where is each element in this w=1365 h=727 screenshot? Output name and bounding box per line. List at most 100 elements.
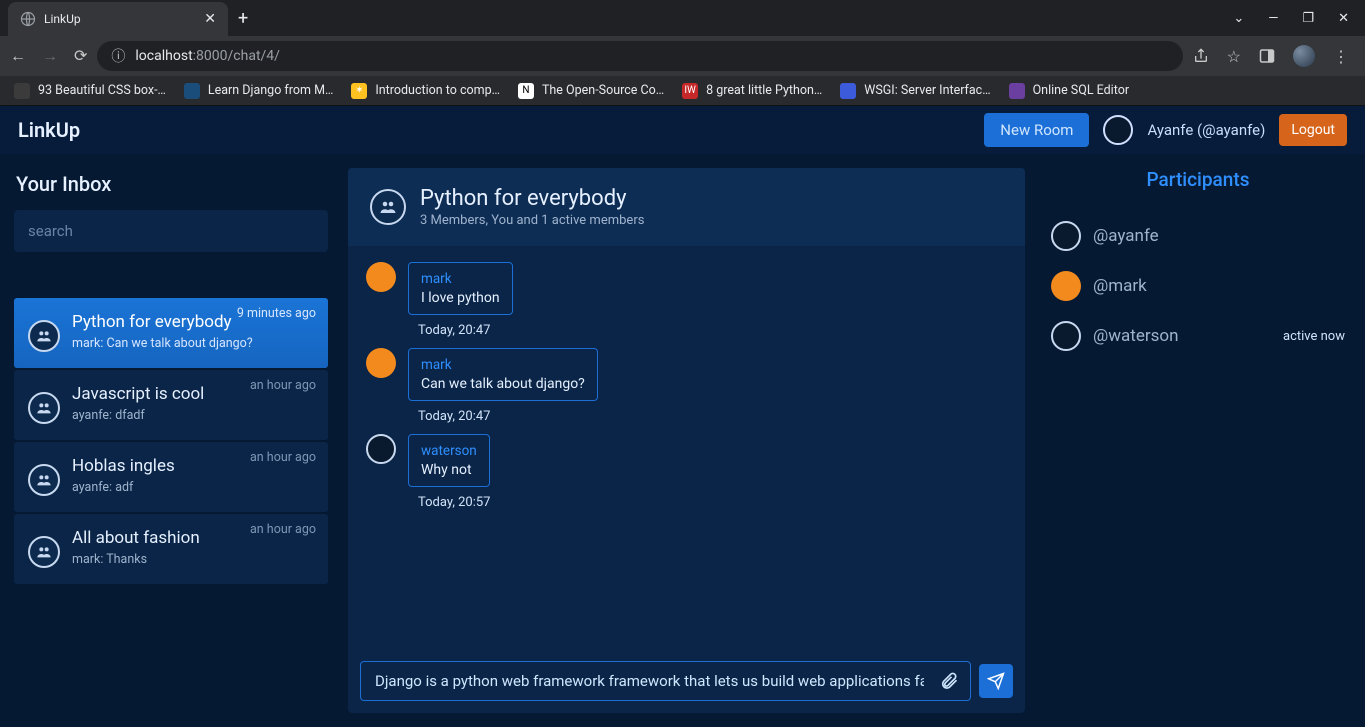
message-list[interactable]: mark I love python Today, 20:47 mark Can we … — [348, 246, 1025, 649]
url-host: localhost — [135, 48, 192, 64]
message-avatar[interactable] — [366, 348, 396, 378]
room-item[interactable]: Javascript is coolayanfe: dfadfan hour a… — [14, 370, 328, 440]
bookmark-item[interactable]: IW8 great little Python… — [682, 83, 822, 99]
message-avatar[interactable] — [366, 262, 396, 292]
participants-panel: Participants @ayanfe @mark @watersonactive… — [1045, 168, 1351, 713]
message: mark I love python — [366, 262, 1007, 315]
bookmark-label: 93 Beautiful CSS box-… — [38, 83, 166, 98]
message-author[interactable]: mark — [421, 271, 500, 287]
group-icon — [28, 392, 60, 424]
room-list: Python for everybodymark: Can we talk ab… — [14, 298, 328, 584]
side-panel-icon[interactable] — [1259, 48, 1275, 64]
participant-handle: @waterson — [1093, 326, 1271, 346]
content: Your Inbox Python for everybodymark: Can… — [0, 154, 1365, 727]
site-info-icon[interactable]: ⓘ — [111, 46, 125, 66]
group-icon — [28, 536, 60, 568]
bookmark-item[interactable]: N The Open-Source Co… — [518, 83, 664, 99]
chat-title: Python for everybody — [420, 186, 644, 211]
participant-row[interactable]: @mark — [1045, 261, 1351, 311]
maximize-button[interactable]: ❐ — [1302, 11, 1314, 26]
bookmark-label: The Open-Source Co… — [542, 83, 664, 98]
chat-subtitle: 3 Members, You and 1 active members — [420, 213, 644, 228]
address-bar: ← → ⟳ ⓘ localhost:8000/chat/4/ ☆ ⋮ — [0, 36, 1365, 76]
send-button[interactable] — [979, 664, 1013, 698]
attach-icon[interactable] — [939, 671, 959, 691]
bookmark-item[interactable]: Online SQL Editor — [1009, 83, 1129, 99]
nav-arrows: ← → ⟳ — [10, 46, 87, 66]
message-timestamp: Today, 20:47 — [418, 409, 1007, 424]
window-controls: ⌄ ― ❐ ✕ — [1233, 11, 1365, 26]
browser-tab-strip: LinkUp ✕ + ⌄ ― ❐ ✕ — [0, 0, 1365, 36]
kebab-menu-icon[interactable]: ⋮ — [1333, 47, 1349, 66]
browser-tab[interactable]: LinkUp ✕ — [8, 2, 228, 36]
message-text: I love python — [421, 290, 500, 306]
message-text: Why not — [421, 462, 477, 478]
bookmarks-bar: 93 Beautiful CSS box-… Learn Django from … — [0, 76, 1365, 106]
logout-button[interactable]: Logout — [1279, 114, 1347, 146]
new-room-button[interactable]: New Room — [984, 113, 1089, 147]
new-tab-button[interactable]: + — [228, 8, 258, 29]
room-item[interactable]: All about fashionmark: Thanksan hour ago — [14, 514, 328, 584]
bookmark-item[interactable]: Learn Django from M… — [184, 83, 333, 99]
participant-row[interactable]: @ayanfe — [1045, 211, 1351, 261]
page: LinkUp New Room Ayanfe (@ayanfe) Logout … — [0, 106, 1365, 727]
compose-input[interactable] — [360, 661, 971, 701]
message-bubble: waterson Why not — [408, 434, 490, 487]
room-snippet: ayanfe: adf — [72, 480, 314, 495]
bookmark-favicon — [1009, 83, 1025, 99]
room-item[interactable]: Python for everybodymark: Can we talk ab… — [14, 298, 328, 368]
message: waterson Why not — [366, 434, 1007, 487]
forward-button[interactable]: → — [42, 46, 58, 66]
bookmark-label: 8 great little Python… — [706, 83, 822, 98]
group-icon — [370, 189, 406, 225]
room-item[interactable]: Hoblas inglesayanfe: adfan hour ago — [14, 442, 328, 512]
user-avatar[interactable] — [1103, 115, 1133, 145]
brand: LinkUp — [18, 118, 80, 142]
message-author[interactable]: waterson — [421, 443, 477, 459]
bookmark-label: Learn Django from M… — [208, 83, 333, 98]
bookmark-favicon: N — [518, 83, 534, 99]
tab-close-icon[interactable]: ✕ — [204, 11, 216, 27]
message-author[interactable]: mark — [421, 357, 585, 373]
chevron-down-icon[interactable]: ⌄ — [1233, 11, 1244, 26]
bookmark-favicon: ✶ — [351, 83, 367, 99]
room-snippet: mark: Can we talk about django? — [72, 336, 314, 351]
reload-button[interactable]: ⟳ — [74, 46, 87, 66]
message-timestamp: Today, 20:57 — [418, 495, 1007, 510]
chat-header: Python for everybody 3 Members, You and … — [348, 168, 1025, 246]
inbox-heading: Your Inbox — [16, 172, 328, 196]
participant-handle: @mark — [1093, 276, 1345, 296]
message-bubble: mark Can we talk about django? — [408, 348, 598, 401]
bookmark-label: Introduction to comp… — [375, 83, 500, 98]
room-time: an hour ago — [250, 522, 316, 537]
url-path: :8000/chat/4/ — [193, 48, 280, 64]
bookmark-item[interactable]: ✶ Introduction to comp… — [351, 83, 500, 99]
minimize-button[interactable]: ― — [1268, 11, 1278, 26]
back-button[interactable]: ← — [10, 46, 26, 66]
participant-row[interactable]: @watersonactive now — [1045, 311, 1351, 361]
close-window-button[interactable]: ✕ — [1338, 11, 1349, 26]
bookmark-item[interactable]: WSGI: Server Interfac… — [840, 83, 990, 99]
share-icon[interactable] — [1193, 48, 1209, 64]
search-input[interactable] — [14, 210, 328, 252]
message-text: Can we talk about django? — [421, 376, 585, 392]
participants-list: @ayanfe @mark @watersonactive now — [1045, 211, 1351, 361]
globe-icon — [20, 11, 36, 27]
bookmark-favicon — [840, 83, 856, 99]
composer — [348, 649, 1025, 713]
message-bubble: mark I love python — [408, 262, 513, 315]
url-field[interactable]: ⓘ localhost:8000/chat/4/ — [97, 41, 1182, 71]
profile-avatar[interactable] — [1293, 45, 1315, 67]
browser-tab-title: LinkUp — [44, 12, 196, 26]
participant-avatar — [1051, 321, 1081, 351]
bookmark-item[interactable]: 93 Beautiful CSS box-… — [14, 83, 166, 99]
inbox-panel: Your Inbox Python for everybodymark: Can… — [14, 168, 328, 713]
participants-heading: Participants — [1045, 168, 1351, 191]
message-avatar[interactable] — [366, 434, 396, 464]
addrbar-actions: ☆ ⋮ — [1193, 45, 1355, 67]
bookmark-favicon — [184, 83, 200, 99]
room-time: an hour ago — [250, 378, 316, 393]
bookmark-star-icon[interactable]: ☆ — [1227, 47, 1241, 66]
bookmark-label: WSGI: Server Interfac… — [864, 83, 990, 98]
room-time: an hour ago — [250, 450, 316, 465]
